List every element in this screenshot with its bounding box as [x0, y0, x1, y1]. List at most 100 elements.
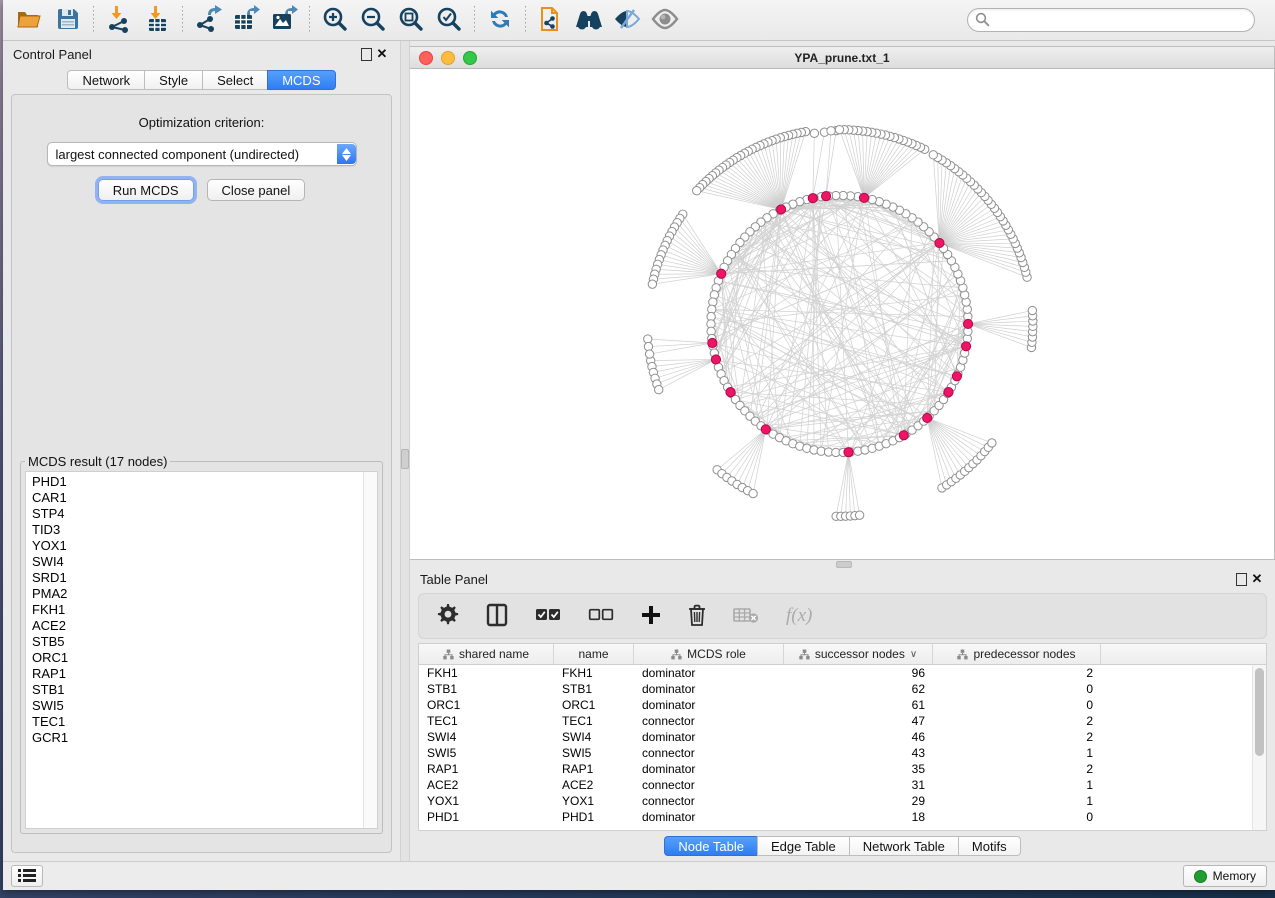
mcds-list-item[interactable]: STB5 — [32, 634, 377, 650]
delete-column-button[interactable] — [688, 601, 706, 631]
table-scrollbar[interactable] — [1252, 665, 1266, 830]
graph-node[interactable] — [644, 335, 652, 343]
close-panel-icon[interactable]: ✕ — [1249, 571, 1265, 587]
graph-node[interactable] — [693, 187, 701, 195]
close-panel-icon[interactable]: ✕ — [374, 46, 390, 62]
graph-node[interactable] — [810, 129, 818, 137]
graph-node[interactable] — [749, 489, 757, 497]
import-table-button[interactable] — [138, 4, 176, 36]
graph-node[interactable] — [645, 350, 653, 358]
import-network-button[interactable] — [100, 4, 138, 36]
graph-hub-node[interactable] — [844, 448, 853, 457]
graph-hub-node[interactable] — [821, 192, 830, 201]
graph-node[interactable] — [988, 439, 996, 447]
add-column-button[interactable] — [641, 601, 661, 631]
graph-hub-node[interactable] — [923, 413, 932, 422]
table-row[interactable]: STB1STB1dominator620 — [419, 681, 1266, 697]
table-row[interactable]: RAP1RAP1dominator352 — [419, 761, 1266, 777]
graph-hub-node[interactable] — [777, 205, 786, 214]
toggle-bird-eye-button[interactable] — [646, 4, 684, 36]
graph-hub-node[interactable] — [761, 425, 770, 434]
graph-hub-node[interactable] — [944, 388, 953, 397]
graph-hub-node[interactable] — [859, 193, 868, 202]
graph-node[interactable] — [648, 280, 656, 288]
float-panel-icon[interactable] — [358, 46, 374, 62]
mcds-list-item[interactable]: PMA2 — [32, 586, 377, 602]
mcds-list-item[interactable]: GCR1 — [32, 730, 377, 746]
graph-hub-node[interactable] — [808, 194, 817, 203]
zoom-out-button[interactable] — [354, 4, 392, 36]
mcds-list-item[interactable]: TEC1 — [32, 714, 377, 730]
splitter-grip[interactable] — [836, 561, 852, 568]
criterion-dropdown[interactable]: largest connected component (undirected) — [47, 142, 357, 166]
graph-hub-node[interactable] — [952, 372, 961, 381]
zoom-fit-button[interactable] — [392, 4, 430, 36]
mcds-list-item[interactable]: YOX1 — [32, 538, 377, 554]
mcds-list-item[interactable]: ACE2 — [32, 618, 377, 634]
tab-network-table[interactable]: Network Table — [849, 836, 958, 856]
mcds-list-item[interactable]: ORC1 — [32, 650, 377, 666]
column-header-MCDS-role[interactable]: MCDS role — [634, 644, 784, 664]
table-row[interactable]: SWI5SWI5connector431 — [419, 745, 1266, 761]
scrollbar-thumb[interactable] — [1255, 668, 1264, 756]
tab-mcds[interactable]: MCDS — [267, 70, 335, 90]
graph-hub-node[interactable] — [711, 355, 720, 364]
column-header-name[interactable]: name — [554, 644, 634, 664]
delete-table-button[interactable] — [733, 601, 759, 631]
table-row[interactable]: ACE2ACE2connector311 — [419, 777, 1266, 793]
graph-hub-node[interactable] — [961, 342, 970, 351]
apply-layout-button[interactable] — [481, 4, 519, 36]
close-panel-button[interactable]: Close panel — [207, 179, 306, 201]
table-row[interactable]: PHD1PHD1dominator180 — [419, 809, 1266, 825]
memory-button[interactable]: Memory — [1183, 865, 1267, 887]
column-header-shared-name[interactable]: shared name — [419, 644, 554, 664]
graph-node[interactable] — [1028, 306, 1036, 314]
vertical-splitter[interactable] — [400, 41, 410, 861]
find-button[interactable] — [570, 4, 608, 36]
export-image-button[interactable] — [265, 4, 303, 36]
mcds-result-list[interactable]: PHD1CAR1STP4TID3YOX1SWI4SRD1PMA2FKH1ACE2… — [25, 471, 378, 829]
splitter-grip[interactable] — [401, 449, 409, 469]
task-history-button[interactable] — [11, 865, 43, 887]
mcds-list-item[interactable]: CAR1 — [32, 490, 377, 506]
open-file-button[interactable] — [11, 4, 49, 36]
graph-node[interactable] — [827, 127, 835, 135]
mcds-list-item[interactable]: FKH1 — [32, 602, 377, 618]
column-settings-button[interactable] — [437, 601, 459, 631]
mcds-list-item[interactable]: SWI5 — [32, 698, 377, 714]
graph-hub-node[interactable] — [708, 338, 717, 347]
toggle-panels-button[interactable] — [486, 601, 508, 631]
graph-hub-node[interactable] — [717, 269, 726, 278]
horizontal-splitter[interactable] — [410, 560, 1275, 566]
graph-hub-node[interactable] — [963, 319, 972, 328]
zoom-selected-button[interactable] — [430, 4, 468, 36]
mcds-list-item[interactable]: PHD1 — [32, 474, 377, 490]
table-row[interactable]: YOX1YOX1connector291 — [419, 793, 1266, 809]
graph-node[interactable] — [929, 151, 937, 159]
table-row[interactable]: SWI4SWI4dominator462 — [419, 729, 1266, 745]
mcds-list-scrollbar[interactable] — [363, 472, 377, 828]
show-hide-details-button[interactable] — [608, 4, 646, 36]
tab-style[interactable]: Style — [144, 70, 202, 90]
tab-select[interactable]: Select — [202, 70, 267, 90]
select-all-button[interactable] — [535, 601, 561, 631]
table-row[interactable]: FKH1FKH1dominator962 — [419, 665, 1266, 681]
network-view[interactable] — [410, 69, 1274, 559]
graph-node[interactable] — [835, 125, 843, 133]
run-mcds-button[interactable]: Run MCDS — [98, 179, 194, 201]
graph-node[interactable] — [855, 511, 863, 519]
mcds-list-item[interactable]: TID3 — [32, 522, 377, 538]
mcds-list-item[interactable]: SRD1 — [32, 570, 377, 586]
mcds-list-item[interactable]: RAP1 — [32, 666, 377, 682]
function-builder-button[interactable]: f(x) — [786, 601, 812, 631]
graph-hub-node[interactable] — [899, 431, 908, 440]
deselect-all-button[interactable] — [588, 601, 614, 631]
graph-hub-node[interactable] — [935, 238, 944, 247]
graph-hub-node[interactable] — [726, 388, 735, 397]
table-row[interactable]: TEC1TEC1connector472 — [419, 713, 1266, 729]
tab-node-table[interactable]: Node Table — [664, 836, 757, 856]
mcds-list-item[interactable]: STP4 — [32, 506, 377, 522]
export-table-button[interactable] — [227, 4, 265, 36]
mcds-list-item[interactable]: STB1 — [32, 682, 377, 698]
column-header-successor-nodes[interactable]: successor nodes∨ — [784, 644, 933, 664]
